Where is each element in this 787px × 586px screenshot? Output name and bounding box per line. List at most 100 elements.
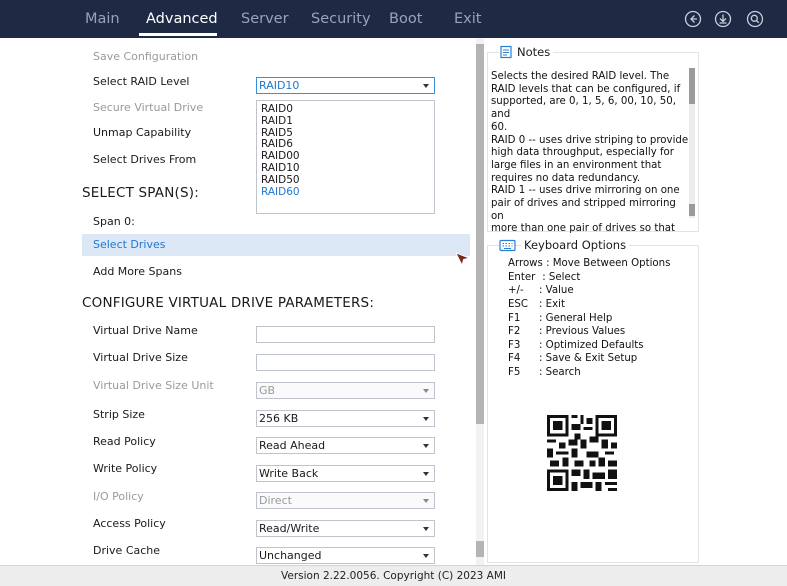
drive-cache-label: Drive Cache [93,544,161,557]
write-policy-value: Write Back [259,467,319,480]
tab-server[interactable]: Server [241,0,289,38]
raid-option-raid00[interactable]: RAID00 [257,150,434,162]
tab-boot[interactable]: Boot [389,0,422,38]
chevron-down-icon [423,472,429,476]
keyboard-key: F5 [508,367,521,378]
io-policy-label: I/O Policy [93,490,144,503]
settings-form-pane: Save Configuration Select RAID Level RAI… [0,38,475,565]
keyboard-option-row: Arrows : Move Between Options [508,258,670,269]
notes-line: high data throughput, especially for [491,147,674,159]
keyboard-desc: : Optimized Defaults [539,340,644,351]
notes-line: RAID levels that can be configured, if [491,83,681,95]
keyboard-option-row: F3 : Optimized Defaults [508,340,644,351]
chevron-down-icon [423,417,429,421]
keyboard-option-row: ESC : Exit [508,299,565,310]
raid-option-raid6[interactable]: RAID6 [257,138,434,150]
select-drives-link[interactable]: Select Drives [93,238,166,251]
access-policy-select[interactable]: Read/Write [256,520,435,537]
keyboard-option-row: F2: Previous Values [508,326,625,337]
access-policy-label: Access Policy [93,517,166,530]
keyboard-desc: : Select [542,272,581,283]
keyboard-desc: : Value [539,285,574,296]
keyboard-desc: : General Help [539,313,613,324]
chevron-down-icon [423,84,429,88]
tab-exit[interactable]: Exit [454,0,481,38]
notes-line: Selects the desired RAID level. The [491,71,670,82]
secure-virtual-drive-item[interactable]: Secure Virtual Drive [93,101,203,114]
keyboard-options-title: Keyboard Options [521,238,630,252]
notes-line: large files in an environment that [491,159,662,171]
keyboard-option-row: F5: Search [508,367,581,378]
top-nav-bar: Main Advanced Server Security Boot Exit [0,0,787,38]
span0-label: Span 0: [93,215,135,228]
configure-vd-heading: CONFIGURE VIRTUAL DRIVE PARAMETERS: [82,295,375,311]
unmap-capability-label[interactable]: Unmap Capability [93,126,191,139]
vd-size-unit-select[interactable]: GB [256,382,435,399]
drive-cache-select[interactable]: Unchanged [256,547,435,564]
version-copyright-text: Version 2.22.0056. Copyright (C) 2023 AM… [281,570,506,582]
strip-size-select[interactable]: 256 KB [256,410,435,427]
vd-name-label: Virtual Drive Name [93,324,198,337]
notes-scrollbar-thumb[interactable] [689,68,695,104]
notes-body: Selects the desired RAID level. The RAID… [491,71,691,236]
notes-scrollbar-end[interactable] [689,204,695,216]
keyboard-key: F3 [508,340,521,351]
notes-line: more than one pair of drives so that [491,223,676,235]
read-policy-label: Read Policy [93,435,156,448]
keyboard-key: ESC [508,299,529,310]
keyboard-icon [499,238,516,252]
io-policy-select[interactable]: Direct [256,492,435,509]
raid-option-raid10[interactable]: RAID10 [257,162,434,174]
chevron-down-icon [423,527,429,531]
drive-cache-value: Unchanged [259,549,322,562]
chevron-down-icon [423,444,429,448]
active-tab-underline [139,33,217,36]
raid-level-select[interactable]: RAID10 [256,77,435,94]
main-scrollbar-end[interactable] [476,541,484,557]
raid-option-raid50[interactable]: RAID50 [257,174,434,186]
notes-title: Notes [514,45,554,59]
keyboard-option-row: F4: Save & Exit Setup [508,353,637,364]
notes-line: RAID 0 -- uses drive striping to provide [491,134,689,146]
write-policy-label: Write Policy [93,462,158,475]
read-policy-select[interactable]: Read Ahead [256,437,435,454]
select-drives-from-label[interactable]: Select Drives From [93,153,196,166]
raid-option-raid5[interactable]: RAID5 [257,127,434,139]
tab-main[interactable]: Main [85,0,120,38]
vd-size-unit-value: GB [259,384,276,397]
vd-name-input[interactable] [256,326,435,343]
mouse-cursor-icon [455,252,471,266]
strip-size-value: 256 KB [259,412,299,425]
raid-option-raid60[interactable]: RAID60 [257,186,434,198]
raid-option-raid0[interactable]: RAID0 [257,103,434,115]
io-policy-value: Direct [259,494,292,507]
main-scrollbar-thumb[interactable] [476,44,484,424]
notes-line: pair of drives and stripped mirroring on [491,198,676,222]
status-footer: Version 2.22.0056. Copyright (C) 2023 AM… [0,565,787,586]
vd-size-input[interactable] [256,354,435,371]
download-circle-icon[interactable] [714,10,732,28]
vd-size-label: Virtual Drive Size [93,351,188,364]
back-circle-icon[interactable] [684,10,702,28]
read-policy-value: Read Ahead [259,439,326,452]
chevron-down-icon [423,499,429,503]
notes-line: requires no data redundancy. [491,172,641,184]
strip-size-label: Strip Size [93,408,145,421]
add-more-spans-item[interactable]: Add More Spans [93,265,182,278]
select-spans-heading: SELECT SPAN(S): [82,185,199,201]
keyboard-option-row: F1: General Help [508,313,612,324]
notes-line: RAID 1 -- uses drive mirroring on one [491,185,680,197]
write-policy-select[interactable]: Write Back [256,465,435,482]
qr-code-icon [544,412,620,494]
notes-line: 60. [491,121,508,133]
tab-security[interactable]: Security [311,0,371,38]
notes-line: supported, are 0, 1, 5, 6, 00, 10, 50, a… [491,96,676,121]
save-configuration-item[interactable]: Save Configuration [93,50,198,63]
raid-level-select-value: RAID10 [259,79,300,92]
keyboard-desc: : Exit [539,299,565,310]
search-circle-icon[interactable] [746,10,764,28]
raid-level-dropdown[interactable]: RAID0 RAID1 RAID5 RAID6 RAID00 RAID10 RA… [256,100,435,214]
keyboard-key: +/- [508,285,524,296]
raid-option-raid1[interactable]: RAID1 [257,115,434,127]
vd-size-unit-label: Virtual Drive Size Unit [93,379,214,392]
